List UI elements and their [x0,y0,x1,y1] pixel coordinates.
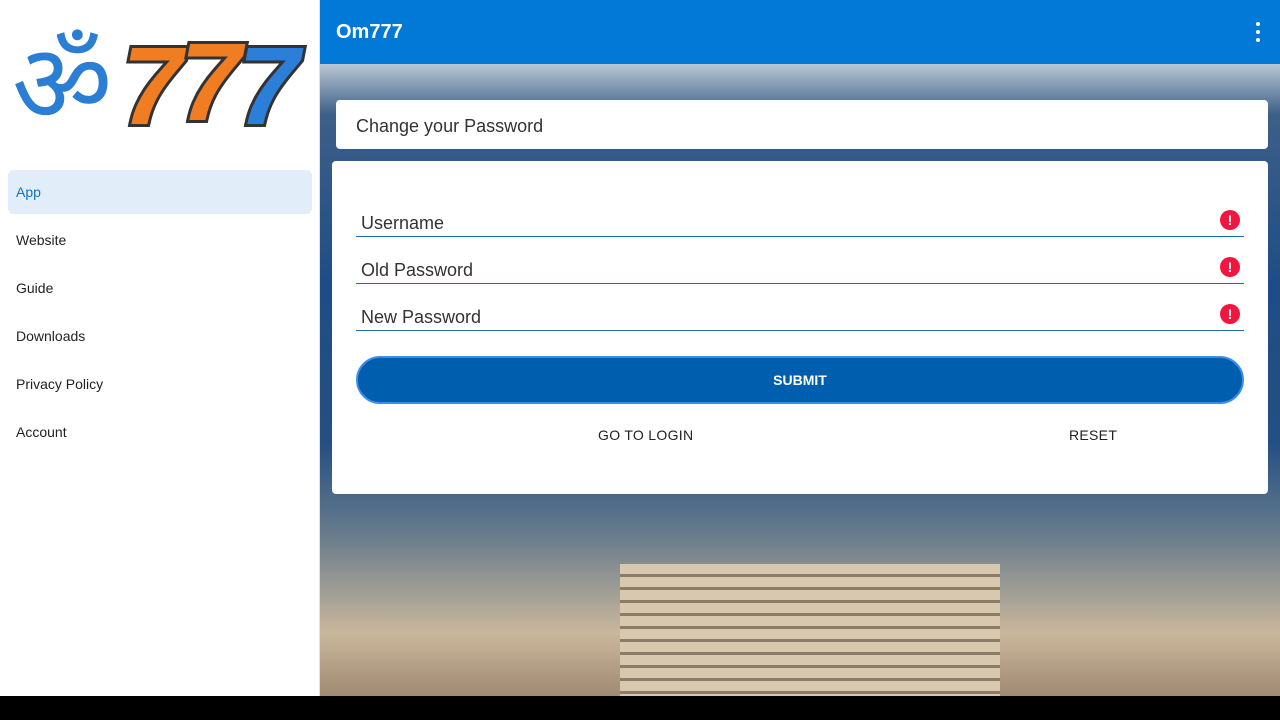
sidebar-item-guide[interactable]: Guide [8,266,312,310]
change-password-form: ! ! ! SUBMIT GO TO LOGIN RESET [332,161,1268,494]
om777-logo: ॐ 7 7 7 [12,24,307,136]
app-title: Om777 [336,20,403,43]
new-password-field: ! [356,291,1244,331]
reset-button[interactable]: RESET [1069,427,1117,443]
svg-text:7: 7 [122,25,188,136]
sidebar-item-website[interactable]: Website [8,218,312,262]
username-input[interactable] [356,213,1206,234]
new-password-input[interactable] [356,307,1206,328]
error-icon: ! [1220,257,1240,277]
old-password-field: ! [356,244,1244,284]
page-title: Change your Password [336,100,1268,149]
sidebar-item-app[interactable]: App [8,170,312,214]
sidebar-nav: App Website Guide Downloads Privacy Poli… [8,170,312,458]
more-vert-icon[interactable] [1254,22,1262,42]
svg-text:ॐ: ॐ [12,24,112,136]
sidebar-item-account[interactable]: Account [8,410,312,454]
app-bar: Om777 [320,0,1280,64]
old-password-input[interactable] [356,260,1206,281]
username-field: ! [356,197,1244,237]
sidebar: ॐ 7 7 7 App Website Guide Downloads Priv… [0,0,320,696]
sidebar-item-privacy-policy[interactable]: Privacy Policy [8,362,312,406]
error-icon: ! [1220,210,1240,230]
svg-text:7: 7 [238,25,304,136]
go-to-login-button[interactable]: GO TO LOGIN [598,427,693,443]
error-icon: ! [1220,304,1240,324]
submit-button[interactable]: SUBMIT [356,356,1244,404]
sidebar-item-downloads[interactable]: Downloads [8,314,312,358]
svg-text:7: 7 [180,24,246,136]
